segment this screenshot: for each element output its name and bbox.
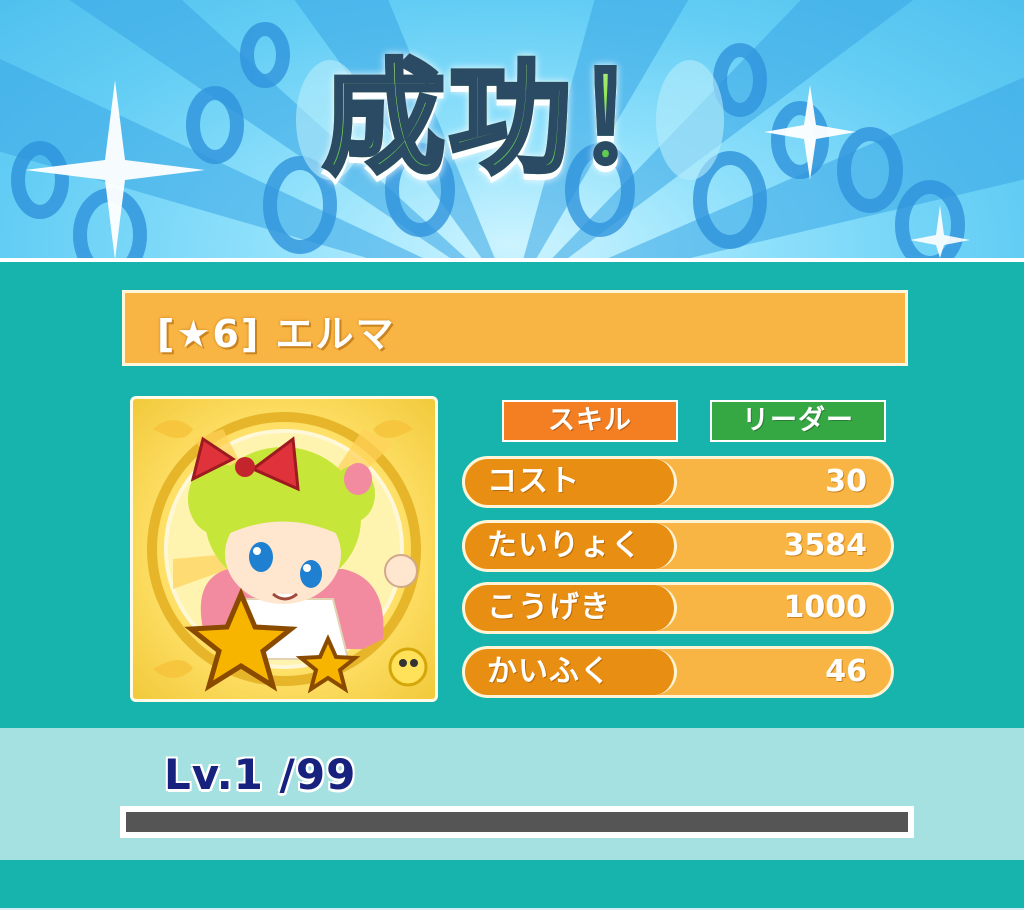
stat-label: コスト bbox=[465, 459, 677, 505]
elma-portrait-icon[interactable] bbox=[130, 396, 438, 702]
level-area: Lv.1 /99 bbox=[0, 728, 1024, 860]
skill-button[interactable]: スキル bbox=[502, 400, 678, 442]
stat-label: たいりょく bbox=[465, 523, 677, 569]
level-label: Lv.1 /99 bbox=[164, 750, 357, 799]
bottom-band bbox=[0, 860, 1024, 908]
success-title: 成功！ bbox=[0, 20, 1024, 197]
stat-row-cost: コスト 30 bbox=[462, 456, 894, 508]
leader-button[interactable]: リーダー bbox=[710, 400, 886, 442]
unit-result-panel: [★6] エルマ スキル リーダー コスト 30 たいりょく 3584 こうげき… bbox=[0, 258, 1024, 728]
stat-value: 46 bbox=[825, 654, 867, 689]
stat-row-hp: たいりょく 3584 bbox=[462, 520, 894, 572]
stat-value: 1000 bbox=[783, 590, 868, 625]
success-banner: 成功！ bbox=[0, 0, 1024, 258]
unit-name-bar: [★6] エルマ bbox=[122, 290, 908, 366]
unit-name: [★6] エルマ bbox=[157, 312, 396, 356]
stat-label: こうげき bbox=[465, 585, 677, 631]
exp-track bbox=[126, 812, 908, 832]
stat-row-recovery: かいふく 46 bbox=[462, 646, 894, 698]
stat-value: 3584 bbox=[783, 528, 868, 563]
stat-row-attack: こうげき 1000 bbox=[462, 582, 894, 634]
bottom-edge bbox=[0, 908, 1024, 920]
exp-bar bbox=[120, 806, 914, 838]
stat-label: かいふく bbox=[465, 649, 677, 695]
stat-value: 30 bbox=[825, 464, 867, 499]
